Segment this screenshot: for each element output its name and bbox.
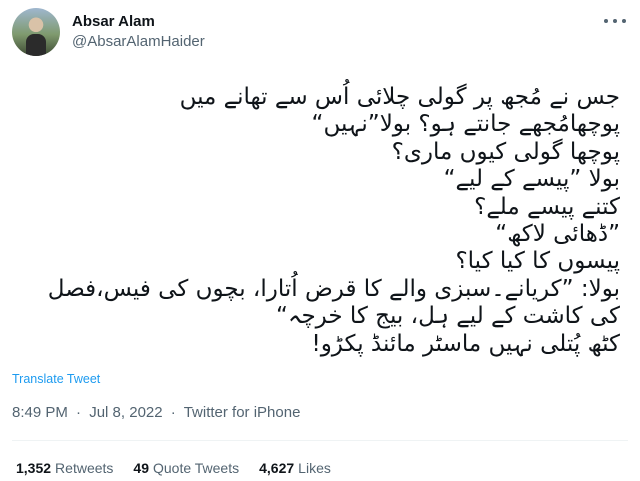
quote-tweets-stat[interactable]: 49 Quote Tweets (133, 460, 239, 476)
translate-tweet-link[interactable]: Translate Tweet (12, 372, 100, 386)
avatar[interactable] (12, 8, 60, 56)
tweet-text: جس نے مُجھ پر گولی چلائی اُس سے تھانے می… (12, 84, 620, 358)
tweet-line: جس نے مُجھ پر گولی چلائی اُس سے تھانے می… (179, 84, 620, 110)
tweet-header: Absar Alam @AbsarAlamHaider (12, 8, 205, 56)
meta-separator: · (76, 404, 82, 421)
tweet-line: پوچھا گولی کیوں ماری؟ (391, 138, 620, 165)
retweets-stat[interactable]: 1,352 Retweets (16, 460, 113, 476)
dot (622, 19, 626, 23)
author-names: Absar Alam @AbsarAlamHaider (72, 12, 205, 52)
divider (12, 440, 628, 441)
tweet-line: بولا ”پیسے کے لیے“ (443, 166, 620, 193)
retweets-count: 1,352 (16, 460, 52, 476)
tweet-line: پیسوں کا کیا کیا؟ (455, 248, 620, 275)
quote-tweets-count: 49 (133, 460, 149, 476)
tweet-date[interactable]: Jul 8, 2022 (89, 404, 162, 421)
avatar-figure (26, 34, 46, 56)
author-handle[interactable]: @AbsarAlamHaider (72, 32, 205, 52)
tweet-stats: 1,352 Retweets 49 Quote Tweets 4,627 Likes (16, 460, 351, 476)
quote-tweets-label: Quote Tweets (152, 460, 240, 476)
tweet-line: کتنے پیسے ملے؟ (474, 193, 620, 220)
meta-separator: · (170, 404, 176, 421)
retweets-label: Retweets (55, 460, 114, 476)
tweet-card: Absar Alam @AbsarAlamHaider جس نے مُجھ پ… (0, 0, 640, 481)
tweet-time[interactable]: 8:49 PM (12, 404, 68, 421)
tweet-line: کی کاشت کے لیے ہل، بیج کا خرچہ“ (276, 303, 620, 330)
more-options-icon[interactable] (604, 12, 626, 30)
likes-label: Likes (298, 460, 331, 476)
tweet-line: ”ڈھائی لاکھ“ (495, 221, 620, 248)
dot (613, 19, 617, 23)
tweet-line: پوچھامُجھے جانتے ہو؟ بولا”نہیں“ (311, 111, 620, 138)
author-display-name[interactable]: Absar Alam (72, 12, 205, 32)
likes-stat[interactable]: 4,627 Likes (259, 460, 331, 476)
tweet-line: کٹھ پُتلی نہیں ماسٹر مائنڈ پکڑو! (311, 330, 620, 357)
tweet-line: بولا: ”کریانے۔سبزی والے کا قرض اُتارا، ب… (47, 275, 620, 302)
tweet-source[interactable]: Twitter for iPhone (184, 404, 301, 421)
dot (604, 19, 608, 23)
likes-count: 4,627 (259, 460, 295, 476)
tweet-meta: 8:49 PM · Jul 8, 2022 · Twitter for iPho… (12, 404, 300, 421)
